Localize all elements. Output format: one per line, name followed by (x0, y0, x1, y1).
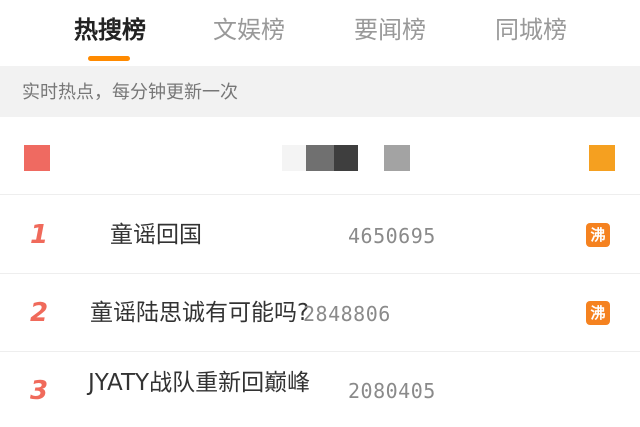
blurred-block (306, 145, 334, 171)
topic-title[interactable]: 童谣陆思诚有可能吗? (90, 298, 309, 328)
blurred-block (282, 145, 306, 171)
hot-badge: 沸 (586, 301, 610, 325)
pinned-rank-icon (24, 145, 50, 171)
tab-hot-search[interactable]: 热搜榜 (55, 10, 165, 50)
active-tab-indicator (88, 56, 130, 61)
heat-count: 2080405 (348, 379, 436, 403)
topic-title[interactable]: JYATY战队重新回巅峰 (88, 368, 310, 398)
list-item[interactable]: 1 童谣回国 4650695 沸 (0, 196, 640, 274)
list-item[interactable]: 3 JYATY战队重新回巅峰 2080405 (0, 352, 640, 427)
tab-news[interactable]: 要闻榜 (335, 10, 445, 50)
blurred-block (334, 145, 358, 171)
list-item[interactable]: 2 童谣陆思诚有可能吗? 2848806 沸 (0, 274, 640, 352)
subheader-text: 实时热点，每分钟更新一次 (22, 82, 238, 103)
subheader-band: 实时热点，每分钟更新一次 (0, 66, 640, 117)
heat-count: 4650695 (348, 224, 436, 248)
rank-number: 2 (30, 298, 49, 328)
topic-title[interactable]: 童谣回国 (110, 220, 202, 250)
tab-entertainment[interactable]: 文娱榜 (194, 10, 304, 50)
tab-bar: 热搜榜 文娱榜 要闻榜 同城榜 (0, 0, 640, 66)
hot-badge: 沸 (586, 223, 610, 247)
rank-number: 1 (30, 220, 49, 250)
rank-number: 3 (30, 376, 49, 406)
pinned-row[interactable] (0, 117, 640, 195)
heat-count: 2848806 (303, 302, 391, 326)
pinned-badge-icon (589, 145, 615, 171)
tab-local[interactable]: 同城榜 (476, 10, 586, 50)
blurred-block (384, 145, 410, 171)
